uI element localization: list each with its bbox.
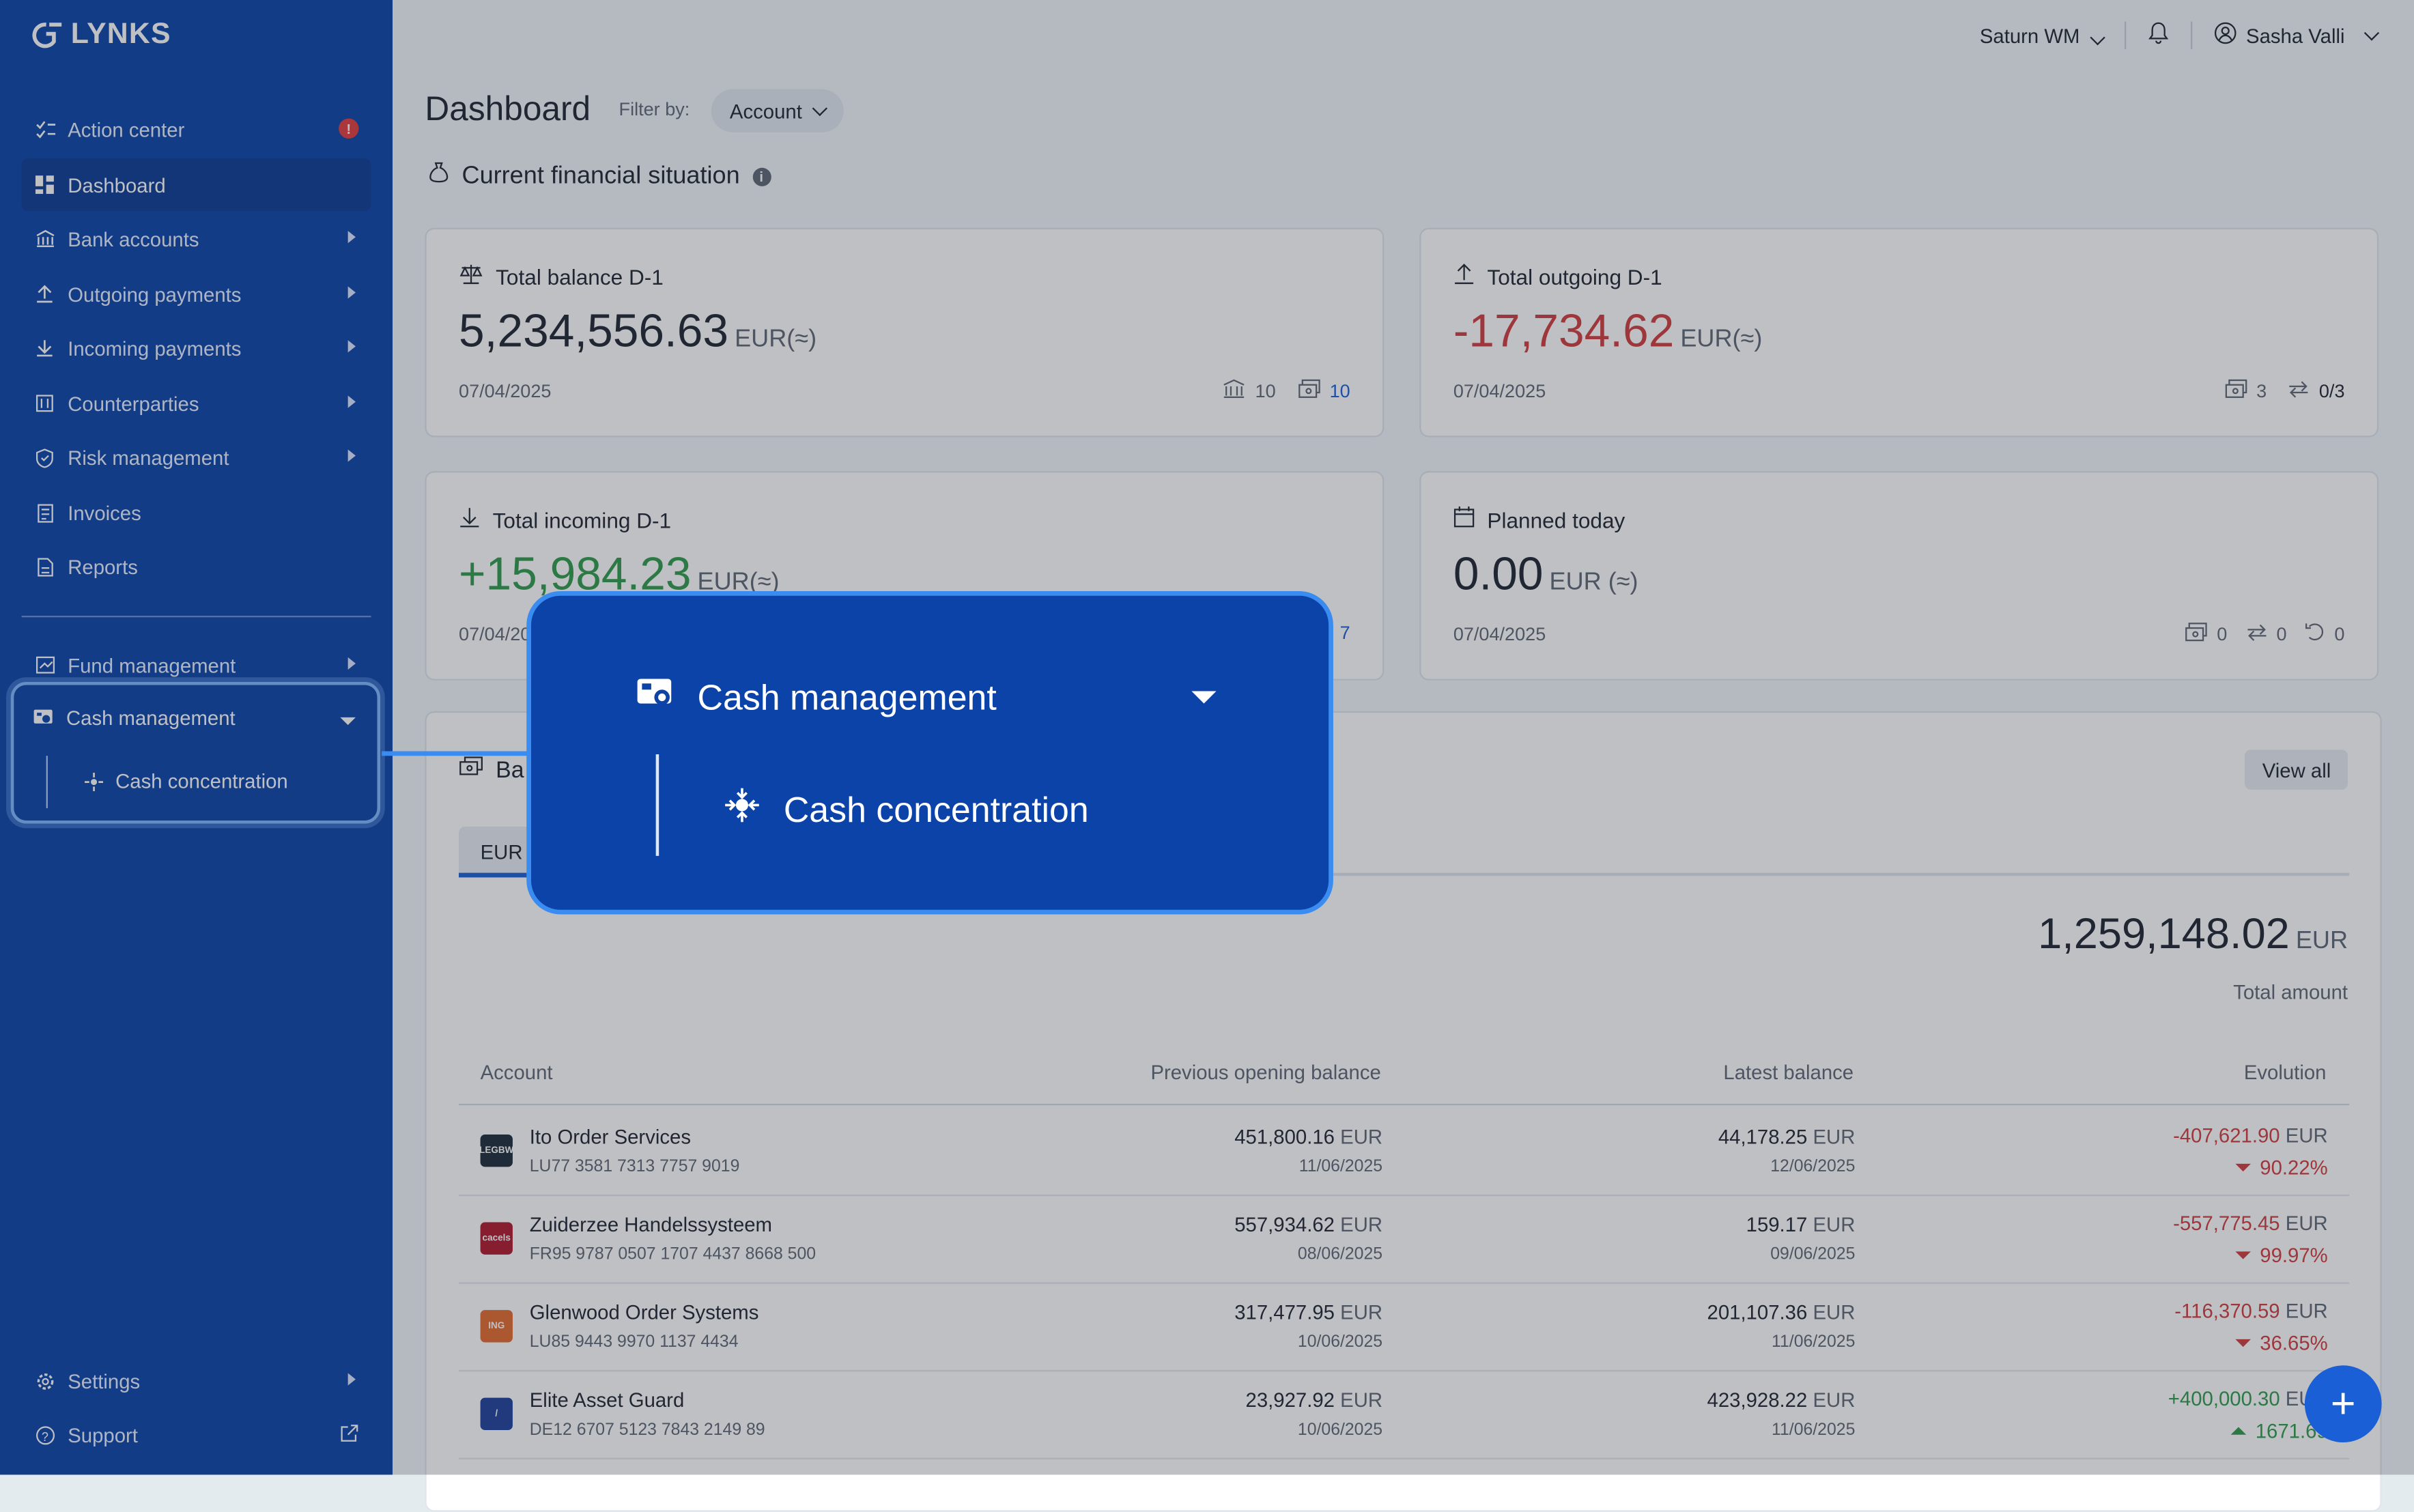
chevron-down-icon[interactable] xyxy=(1191,691,1217,704)
add-button[interactable]: + xyxy=(2304,1365,2382,1443)
cash-management-icon xyxy=(636,676,676,719)
zoom-cash-management[interactable]: Cash management xyxy=(636,676,997,719)
submenu-line xyxy=(655,754,659,856)
callout-connector xyxy=(382,751,528,756)
zoom-callout: Cash management Cash concentration xyxy=(526,590,1333,915)
zoom-title: Cash management xyxy=(697,676,997,717)
zoom-sub: Cash concentration xyxy=(783,788,1089,829)
concentration-icon xyxy=(722,785,763,834)
zoom-cash-concentration[interactable]: Cash concentration xyxy=(722,785,1089,834)
